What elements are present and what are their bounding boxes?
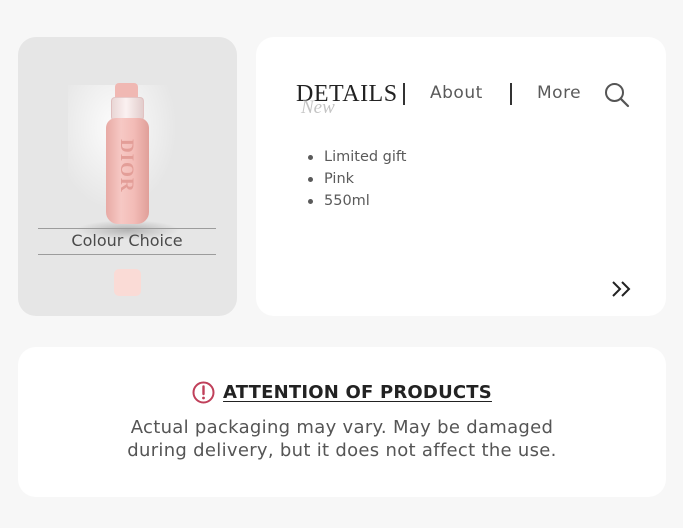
- tab-about[interactable]: About: [430, 83, 483, 103]
- notice-text: Actual packaging may vary. May be damage…: [127, 417, 557, 461]
- tab-divider: [403, 83, 405, 105]
- notice-card: ATTENTION OF PRODUCTS Actual packaging m…: [18, 347, 666, 497]
- bottle-logo: DIOR: [116, 139, 137, 193]
- colour-choice-label: Colour Choice: [38, 228, 216, 255]
- colour-swatch-pink[interactable]: [114, 269, 141, 296]
- tab-more[interactable]: More: [537, 83, 581, 103]
- list-item: Pink: [306, 168, 406, 190]
- list-item: 550ml: [306, 190, 406, 212]
- search-icon[interactable]: [604, 82, 630, 108]
- notice-header: ATTENTION OF PRODUCTS: [18, 381, 666, 404]
- notice-title: ATTENTION OF PRODUCTS: [223, 382, 492, 403]
- details-card: DETAILS New About More Limited gift Pink…: [256, 37, 666, 316]
- feature-list: Limited gift Pink 550ml: [306, 146, 406, 212]
- tab-details[interactable]: DETAILS: [296, 81, 398, 108]
- double-chevron-right-icon[interactable]: [610, 278, 634, 300]
- alert-circle-icon: [192, 381, 215, 404]
- product-image: DIOR: [18, 65, 237, 255]
- list-item: Limited gift: [306, 146, 406, 168]
- tab-divider: [510, 83, 512, 105]
- product-card: DIOR Colour Choice: [18, 37, 237, 316]
